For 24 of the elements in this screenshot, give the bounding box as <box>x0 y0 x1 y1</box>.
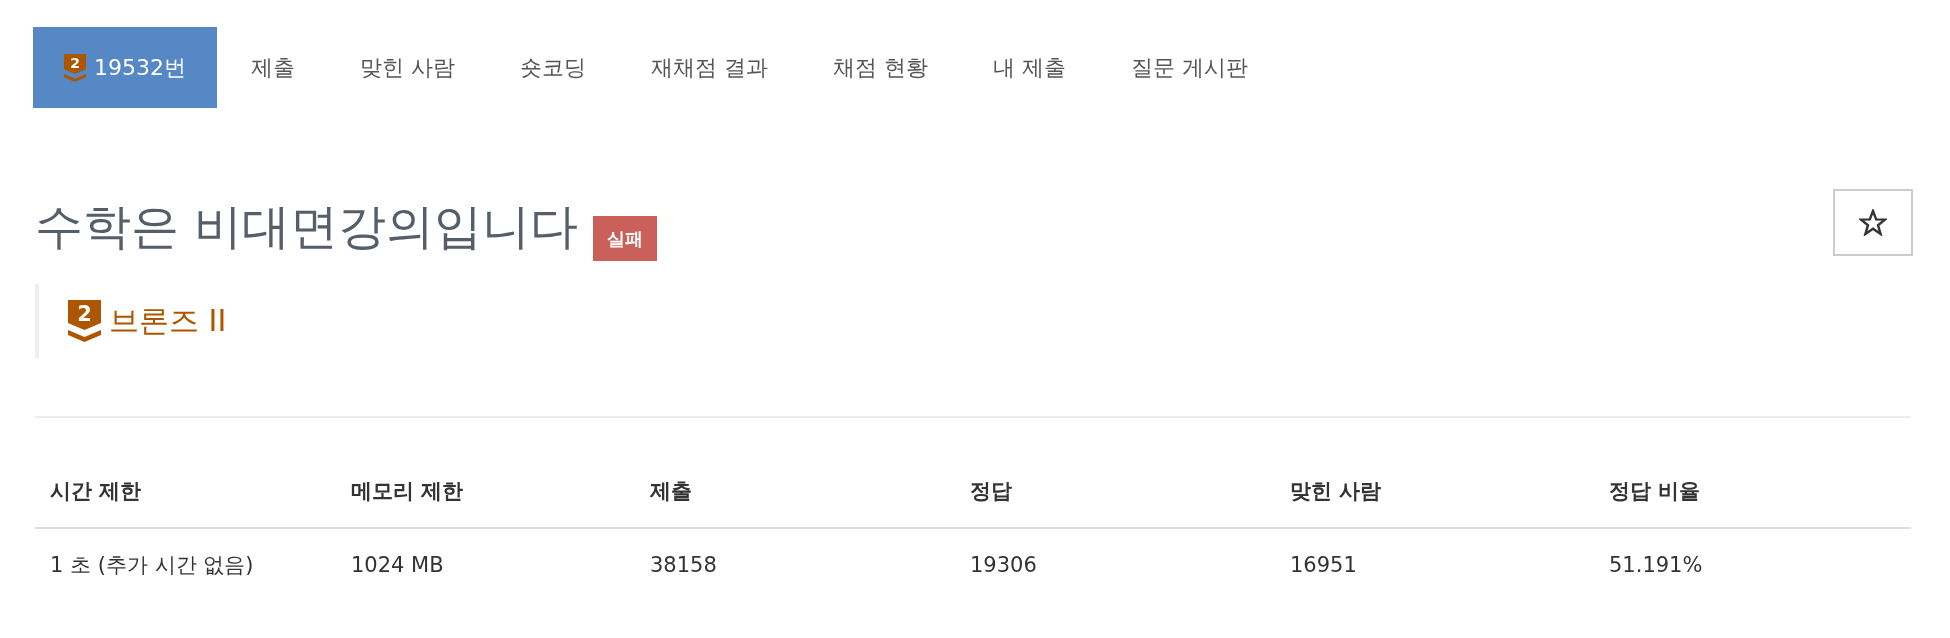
tier-name: 브론즈 II <box>109 301 227 340</box>
column-header: 메모리 제한 <box>336 455 635 529</box>
column-header: 정답 <box>955 455 1275 529</box>
column-header: 정답 비율 <box>1594 455 1911 529</box>
table-cell-text: 38158 <box>649 552 718 579</box>
nav-tab[interactable]: 재채점 결과 <box>620 27 799 108</box>
table-cell-text: 1 초 (추가 시간 없음) <box>49 552 255 579</box>
nav-tab[interactable]: 내 제출 <box>962 27 1097 108</box>
problem-title: 수학은 비대면강의입니다 <box>35 196 579 256</box>
favorite-button[interactable] <box>1833 189 1913 256</box>
table-cell-text: 16951 <box>1289 552 1358 579</box>
nav-tab[interactable]: 제출 <box>220 27 326 108</box>
column-header: 시간 제한 <box>35 455 336 529</box>
nav-tab[interactable]: 2 19532번 <box>33 27 217 108</box>
table-cell-text: 51.191% <box>1608 552 1704 579</box>
nav-tab[interactable]: 맞힌 사람 <box>329 27 486 108</box>
column-header: 제출 <box>635 455 955 529</box>
nav-tab[interactable]: 채점 현황 <box>802 27 959 108</box>
table-cell-text: 1024 MB <box>350 552 445 579</box>
result-badge: 실패 <box>593 216 658 261</box>
nav-tab[interactable]: 질문 게시판 <box>1100 27 1279 108</box>
column-header: 맞힌 사람 <box>1275 455 1594 529</box>
table-cell-text: 19306 <box>969 552 1038 579</box>
nav-tab[interactable]: 숏코딩 <box>489 27 617 108</box>
